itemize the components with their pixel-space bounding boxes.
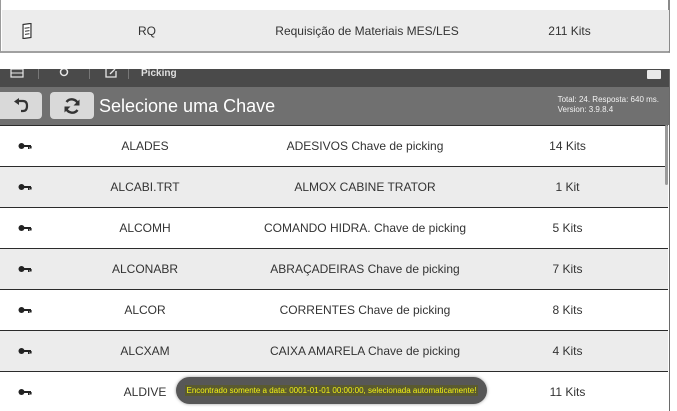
scrollbar[interactable] <box>665 125 668 185</box>
app-toolbar: Picking <box>0 69 669 87</box>
menu-icon[interactable] <box>10 69 24 81</box>
list-item[interactable]: ALADES ADESIVOS Chave de picking 14 Kits <box>0 125 668 166</box>
key-icon <box>0 208 50 248</box>
list-item-quantity: 4 Kits <box>552 344 583 358</box>
previous-list-frame: RQ Requisição de Materiais MES/LES 211 K… <box>0 0 670 53</box>
list-item[interactable]: ALCABI.TRT ALMOX CABINE TRATOR 1 Kit <box>0 166 668 207</box>
document-icon <box>2 10 52 51</box>
list-item-description: ALMOX CABINE TRATOR <box>294 180 436 194</box>
export-icon[interactable] <box>104 69 118 81</box>
list-item[interactable]: ALCONABR ABRAÇADEIRAS Chave de picking 7… <box>0 248 668 289</box>
list-item-quantity: 211 Kits <box>548 23 591 38</box>
list-item[interactable]: RQ Requisição de Materiais MES/LES 211 K… <box>2 10 669 51</box>
key-icon <box>0 331 50 371</box>
list-item-quantity: 5 Kits <box>552 221 583 235</box>
page-header: Selecione uma Chave Total: 24. Resposta:… <box>0 87 669 125</box>
list-item-quantity: 8 Kits <box>552 303 583 317</box>
list-item-description: ADESIVOS Chave de picking <box>286 139 444 153</box>
key-icon <box>0 249 50 289</box>
list-item-quantity: 14 Kits <box>549 139 586 153</box>
refresh-icon <box>64 97 80 114</box>
list-item-code: ALCABI.TRT <box>110 180 180 194</box>
response-info: Total: 24. Resposta: 640 ms. <box>557 95 659 104</box>
toast-message: Encontrado somente a data: 0001-01-01 00… <box>184 385 479 396</box>
list-item-code: ALCXAM <box>120 344 170 358</box>
list-item-code: ALADES <box>121 139 169 153</box>
undo-icon <box>14 97 29 112</box>
refresh-button[interactable] <box>50 92 94 119</box>
list-item-quantity: 11 Kits <box>549 385 586 399</box>
toolbar-divider <box>128 69 129 79</box>
status-info: Total: 24. Resposta: 640 ms. Version: 3.… <box>558 95 659 115</box>
page-title: Selecione uma Chave <box>99 96 276 116</box>
list-item-quantity: 1 Kit <box>555 180 580 194</box>
list-item-code: RQ <box>138 23 156 38</box>
list-item-quantity: 7 Kits <box>552 262 583 276</box>
toolbar-divider <box>38 69 39 79</box>
list-item-description: COMANDO HIDRA. Chave de picking <box>263 221 467 235</box>
list-item-description: Requisição de Materiais MES/LES <box>275 23 459 38</box>
list-item-description: CORRENTES Chave de picking <box>279 303 451 317</box>
key-icon <box>0 372 50 411</box>
list-item-code: ALCONABR <box>111 262 179 276</box>
key-icon <box>0 290 50 330</box>
list-item-code: ALCOMH <box>119 221 171 235</box>
list-item[interactable]: ALCOMH COMANDO HIDRA. Chave de picking 5… <box>0 207 668 248</box>
list-item[interactable]: ALCOR CORRENTES Chave de picking 8 Kits <box>0 289 668 330</box>
list-item[interactable]: ALCXAM CAIXA AMARELA Chave de picking 4 … <box>0 330 668 371</box>
list-item-code: ALCOR <box>124 303 166 317</box>
toolbar-title: Picking <box>141 69 177 79</box>
list-item-description: ABRAÇADEIRAS Chave de picking <box>270 262 460 276</box>
mail-icon[interactable] <box>647 70 661 79</box>
picking-window: Picking Selecione uma Chave Total: 24. R… <box>0 69 670 411</box>
list-item-description: CAIXA AMARELA Chave de picking <box>269 344 461 358</box>
key-list: ALADES ADESIVOS Chave de picking 14 Kits… <box>0 125 668 411</box>
toolbar-divider <box>89 69 90 79</box>
key-icon <box>0 126 50 166</box>
key-icon <box>0 167 50 207</box>
gear-icon[interactable] <box>57 69 71 81</box>
back-button[interactable] <box>0 92 42 119</box>
version-info: Version: 3.9.8.4 <box>557 105 614 114</box>
toast-notification: Encontrado somente a data: 0001-01-01 00… <box>176 377 487 404</box>
